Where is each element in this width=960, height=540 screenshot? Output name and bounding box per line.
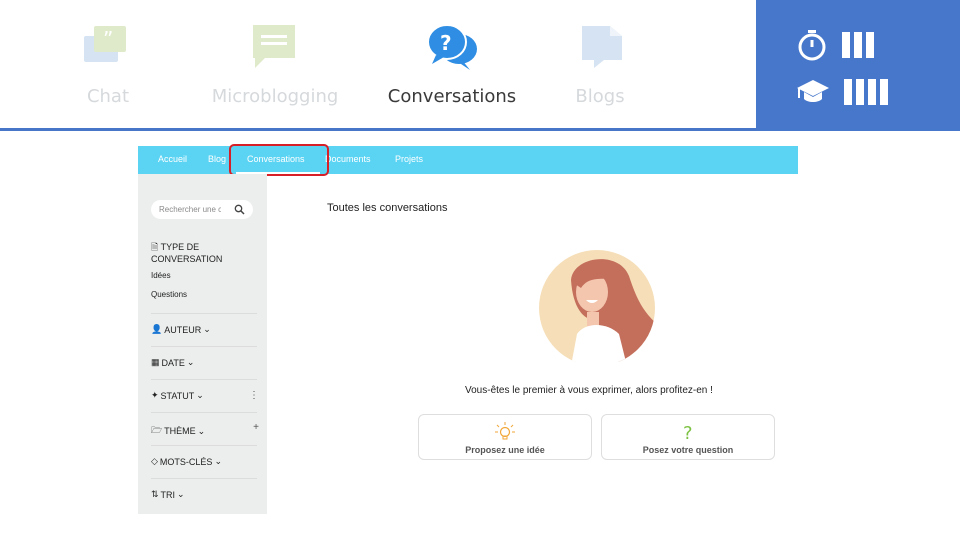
wand-icon: ✦: [151, 390, 159, 400]
nav-blog[interactable]: Blog: [208, 154, 226, 164]
category-label: Conversations: [387, 86, 517, 107]
svg-text:?: ?: [440, 31, 452, 55]
level-bar: [856, 79, 864, 105]
nav-documents[interactable]: Documents: [325, 154, 371, 164]
level-bar: [866, 32, 874, 58]
category-chat: ” Chat: [38, 22, 178, 107]
search-input[interactable]: Rechercher une conversation: [151, 200, 253, 219]
divider: [151, 346, 257, 347]
chevron-down-icon: ⌄: [196, 390, 204, 400]
lightbulb-icon: [495, 422, 515, 440]
divider: [151, 379, 257, 380]
page-title: Toutes les conversations: [327, 202, 448, 214]
empty-state-message: Vous-êtes le premier à vous exprimer, al…: [465, 385, 713, 396]
nav-home[interactable]: Accueil: [158, 154, 187, 164]
header-divider: [0, 128, 756, 131]
category-blogs: Blogs: [530, 22, 670, 107]
filter-sidebar: Rechercher une conversation 🗎 TYPE DE CO…: [138, 174, 267, 514]
duration-level-bars: [842, 32, 874, 58]
nav-projects[interactable]: Projets: [395, 154, 423, 164]
divider: [151, 478, 257, 479]
question-mark-icon: ?: [683, 423, 693, 444]
chevron-down-icon: ⌄: [197, 425, 206, 436]
difficulty-level-bars: [844, 79, 888, 105]
level-bar: [844, 79, 852, 105]
category-label: Chat: [86, 86, 130, 107]
filter-author[interactable]: 👤 AUTEUR ⌄: [151, 324, 211, 335]
filter-status[interactable]: ✦ STATUT ⌄: [151, 390, 204, 401]
action-label: Proposez une idée: [465, 445, 545, 455]
empty-state-illustration: [539, 250, 655, 362]
svg-text:”: ”: [103, 27, 113, 51]
level-bar: [880, 79, 888, 105]
divider: [151, 412, 257, 413]
app-window: Accueil Blog Conversations Documents Pro…: [138, 144, 798, 514]
category-label: Microblogging: [211, 86, 339, 107]
type-option-ideas[interactable]: Idées: [151, 271, 171, 280]
filter-date[interactable]: ▦ DATE ⌄: [151, 357, 194, 368]
divider: [151, 445, 257, 446]
course-meta-panel: [756, 0, 960, 131]
level-bar: [842, 32, 850, 58]
chat-icon: ”: [84, 26, 126, 62]
action-label: Posez votre question: [642, 445, 734, 455]
filter-sort[interactable]: ⇅ TRI ⌄: [151, 489, 185, 500]
chevron-down-icon: ⌄: [214, 456, 222, 466]
divider: [151, 313, 257, 314]
search-icon[interactable]: [234, 204, 245, 215]
sort-icon: ⇅: [151, 489, 159, 499]
folder-icon: 🗁: [151, 425, 163, 435]
status-options-icon[interactable]: ⋮: [249, 390, 259, 401]
level-bar: [854, 32, 862, 58]
duration-row: [796, 29, 874, 61]
svg-text:?: ?: [683, 423, 693, 443]
tag-icon: ◇: [151, 456, 158, 466]
propose-idea-button[interactable]: Proposez une idée: [418, 414, 592, 460]
blogs-icon: [582, 26, 622, 68]
calendar-icon: ▦: [151, 357, 160, 367]
user-icon: 👤: [151, 324, 163, 334]
type-filter-title-line2: CONVERSATION: [151, 254, 223, 264]
ask-question-button[interactable]: ? Posez votre question: [601, 414, 775, 460]
filter-theme[interactable]: 🗁 THÈME ⌄: [151, 423, 205, 439]
category-microblogging: Microblogging: [205, 22, 345, 107]
chevron-down-icon: ⌄: [203, 324, 211, 334]
add-theme-icon[interactable]: +: [253, 422, 259, 433]
conversations-icon: ?: [427, 24, 477, 70]
difficulty-row: [796, 78, 888, 106]
category-conversations: ? Conversations: [382, 22, 522, 107]
search-placeholder: Rechercher une conversation: [159, 205, 221, 214]
chevron-down-icon: ⌄: [186, 357, 195, 367]
filter-keywords[interactable]: ◇ MOTS-CLÉS ⌄: [151, 456, 222, 467]
type-option-questions[interactable]: Questions: [151, 290, 187, 299]
microblogging-icon: [253, 25, 295, 68]
level-bar: [868, 79, 876, 105]
graduation-cap-icon: [797, 80, 829, 102]
document-icon: 🗎: [151, 242, 159, 252]
tab-highlight-box: [229, 144, 329, 176]
chevron-down-icon: ⌄: [177, 489, 185, 499]
category-label: Blogs: [575, 86, 625, 107]
stopwatch-icon: [798, 30, 826, 61]
